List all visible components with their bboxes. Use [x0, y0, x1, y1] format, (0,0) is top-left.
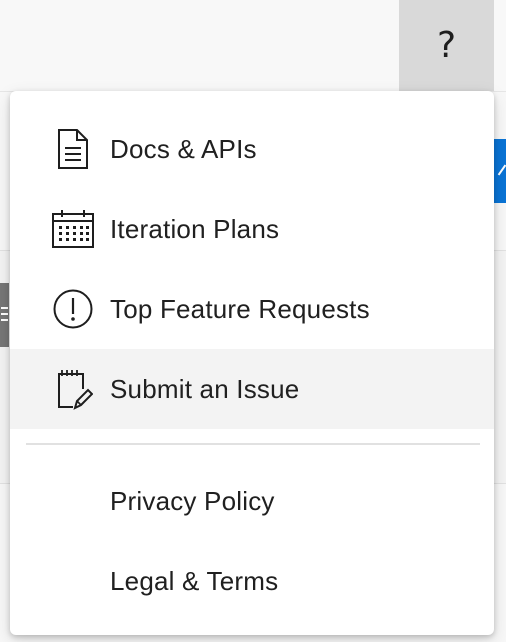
menu-item-label: Privacy Policy [110, 485, 275, 516]
document-icon [51, 127, 95, 171]
help-menu: Docs & APIs Iteration Plans Top Feature … [10, 91, 494, 635]
menu-item-label: Iteration Plans [110, 213, 280, 244]
menu-item-docs-apis[interactable]: Docs & APIs [10, 109, 494, 189]
background-grip-handle[interactable] [0, 283, 9, 347]
calendar-icon [51, 207, 95, 251]
menu-item-label: Top Feature Requests [110, 293, 370, 324]
page: ? Docs & APIs Iteration Plans Top Featur… [0, 0, 506, 642]
menu-divider [26, 443, 480, 445]
menu-item-top-feature-requests[interactable]: Top Feature Requests [10, 269, 494, 349]
background-blue-tab[interactable] [494, 139, 506, 203]
menu-item-label: Legal & Terms [110, 565, 279, 596]
menu-item-label: Docs & APIs [110, 133, 257, 164]
help-button[interactable]: ? [399, 0, 494, 91]
menu-item-submit-issue[interactable]: Submit an Issue [10, 349, 494, 429]
menu-item-legal-terms[interactable]: Legal & Terms [10, 541, 494, 621]
menu-item-label: Submit an Issue [110, 373, 300, 404]
menu-item-privacy-policy[interactable]: Privacy Policy [10, 461, 494, 541]
alert-circle-icon [51, 287, 95, 331]
edit-note-icon [51, 367, 95, 411]
menu-item-iteration-plans[interactable]: Iteration Plans [10, 189, 494, 269]
